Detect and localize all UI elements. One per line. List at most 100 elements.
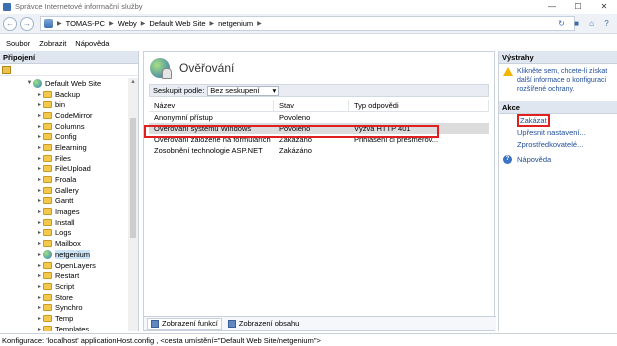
menu-item-view[interactable]: Zobrazit bbox=[39, 39, 66, 48]
expand-icon[interactable]: ▸ bbox=[36, 315, 43, 322]
expand-icon[interactable]: ▸ bbox=[36, 91, 43, 98]
column-header-name[interactable]: Název bbox=[149, 99, 274, 112]
disable-action-label[interactable]: Zakázat bbox=[517, 113, 550, 127]
tree-item[interactable]: ▸ Gantt bbox=[0, 196, 128, 207]
tree-item[interactable]: ▸ Columns bbox=[0, 121, 128, 132]
expand-icon[interactable]: ▸ bbox=[36, 219, 43, 226]
tree-item[interactable]: ▸ Logs bbox=[0, 228, 128, 239]
tree-item-default-web-site[interactable]: ▼ Default Web Site bbox=[0, 78, 128, 89]
tree-item[interactable]: ▸ Temp bbox=[0, 313, 128, 324]
tree-item[interactable]: ▸ OpenLayers bbox=[0, 260, 128, 271]
expand-icon[interactable]: ▸ bbox=[36, 165, 43, 172]
refresh-icon[interactable]: ↻ bbox=[555, 17, 568, 30]
expand-icon[interactable]: ▸ bbox=[36, 197, 43, 204]
group-by-select[interactable]: Bez seskupení ▾ bbox=[207, 85, 280, 96]
collapse-icon[interactable]: ▼ bbox=[26, 80, 33, 86]
breadcrumb-item[interactable]: Default Web Site bbox=[149, 19, 205, 28]
expand-icon[interactable]: ▸ bbox=[36, 101, 43, 108]
tab-features-view[interactable]: Zobrazení funkcí bbox=[147, 317, 222, 330]
expand-icon[interactable]: ▸ bbox=[36, 251, 43, 258]
tree-item[interactable]: ▸ Restart bbox=[0, 270, 128, 281]
tree-item[interactable]: ▸ Backup bbox=[0, 89, 128, 100]
forward-button[interactable]: → bbox=[20, 16, 34, 31]
folder-icon bbox=[43, 218, 52, 226]
column-header-state[interactable]: Stav bbox=[274, 99, 349, 112]
expand-icon[interactable]: ▸ bbox=[36, 240, 43, 247]
expand-icon[interactable]: ▸ bbox=[36, 283, 43, 290]
chevron-down-icon: ▾ bbox=[272, 86, 277, 95]
tree-item-label: Backup bbox=[55, 89, 81, 99]
tree-item[interactable]: ▸ FileUpload bbox=[0, 164, 128, 175]
breadcrumb-item[interactable]: netgenium bbox=[218, 19, 253, 28]
tree-item[interactable]: ▸ Gallery bbox=[0, 185, 128, 196]
alert-item[interactable]: Klikněte sem, chcete-li získat další inf… bbox=[499, 64, 617, 97]
help-label[interactable]: Nápověda bbox=[517, 155, 551, 164]
tree-item-label: Store bbox=[55, 292, 73, 302]
expand-icon[interactable]: ▸ bbox=[36, 176, 43, 183]
connect-icon[interactable] bbox=[2, 65, 11, 74]
page-title: Ověřování bbox=[179, 61, 235, 75]
tree-item[interactable]: ▸ Config bbox=[0, 131, 128, 142]
providers-label[interactable]: Zprostředkovatelé... bbox=[517, 140, 583, 149]
advanced-settings-label[interactable]: Upřesnit nastavení... bbox=[517, 128, 586, 137]
menu-bar: Soubor Zobrazit Nápověda bbox=[0, 36, 617, 50]
menu-item-help[interactable]: Nápověda bbox=[75, 39, 109, 48]
expand-icon[interactable]: ▸ bbox=[36, 304, 43, 311]
minimize-button[interactable]: — bbox=[539, 0, 565, 13]
tree-item[interactable]: ▸ Script bbox=[0, 281, 128, 292]
breadcrumb[interactable]: ▶ TOMAS-PC ▶ Weby ▶ Default Web Site ▶ n… bbox=[40, 16, 575, 31]
advanced-settings-action[interactable]: Upřesnit nastavení... bbox=[499, 126, 617, 138]
actions-title: Akce bbox=[499, 101, 617, 114]
expand-icon[interactable]: ▸ bbox=[36, 262, 43, 269]
folder-icon bbox=[43, 240, 52, 248]
tree-scrollbar[interactable]: ▲ bbox=[128, 78, 138, 331]
tree-item[interactable]: ▸ Synchro bbox=[0, 302, 128, 313]
alert-text[interactable]: Klikněte sem, chcete-li získat další inf… bbox=[517, 67, 614, 94]
column-header-response[interactable]: Typ odpovědi bbox=[349, 99, 489, 112]
scrollbar-thumb[interactable] bbox=[130, 118, 136, 238]
tree-item[interactable]: ▸ Store bbox=[0, 292, 128, 303]
breadcrumb-item[interactable]: Weby bbox=[118, 19, 137, 28]
home-icon[interactable]: ⌂ bbox=[585, 17, 598, 30]
expand-icon[interactable]: ▸ bbox=[36, 229, 43, 236]
scroll-up-icon[interactable]: ▲ bbox=[130, 79, 136, 85]
tree-item[interactable]: ▸ Install bbox=[0, 217, 128, 228]
tab-content-view[interactable]: Zobrazení obsahu bbox=[225, 318, 302, 330]
breadcrumb-item[interactable]: TOMAS-PC bbox=[66, 19, 105, 28]
expand-icon[interactable]: ▸ bbox=[36, 112, 43, 119]
table-row[interactable]: Anonymní přístup Povoleno bbox=[149, 112, 489, 123]
stop-icon[interactable]: ■ bbox=[570, 17, 583, 30]
close-button[interactable]: ✕ bbox=[591, 0, 617, 13]
table-row[interactable]: Zosobnění technologie ASP.NET Zakázáno bbox=[149, 145, 489, 156]
expand-icon[interactable]: ▸ bbox=[36, 133, 43, 140]
help-icon[interactable]: ? bbox=[600, 17, 613, 30]
help-action[interactable]: ? Nápověda bbox=[499, 153, 617, 165]
tree-item[interactable]: ▸ Files bbox=[0, 153, 128, 164]
tree-item[interactable]: ▸ netgenium bbox=[0, 249, 128, 260]
expand-icon[interactable]: ▸ bbox=[36, 208, 43, 215]
expand-icon[interactable]: ▸ bbox=[36, 187, 43, 194]
expand-icon[interactable]: ▸ bbox=[36, 294, 43, 301]
folder-icon bbox=[43, 111, 52, 119]
folder-icon bbox=[43, 122, 52, 130]
expand-icon[interactable]: ▸ bbox=[36, 326, 43, 331]
tree-item[interactable]: ▸ bin bbox=[0, 99, 128, 110]
tree-item[interactable]: ▸ Mailbox bbox=[0, 238, 128, 249]
expand-icon[interactable]: ▸ bbox=[36, 144, 43, 151]
tree-item[interactable]: ▸ Froala bbox=[0, 174, 128, 185]
tree-item[interactable]: ▸ Elearning bbox=[0, 142, 128, 153]
disable-action[interactable]: Zakázat bbox=[499, 113, 617, 127]
group-by-value: Bez seskupení bbox=[210, 86, 260, 95]
providers-action[interactable]: Zprostředkovatelé... bbox=[499, 138, 617, 150]
tree-item-label: Elearning bbox=[55, 142, 87, 152]
tree-item[interactable]: ▸ Images bbox=[0, 206, 128, 217]
tree-item[interactable]: ▸ Templates bbox=[0, 324, 128, 331]
tree-item[interactable]: ▸ CodeMirror bbox=[0, 110, 128, 121]
folder-icon bbox=[43, 176, 52, 184]
back-button[interactable]: ← bbox=[3, 16, 17, 31]
menu-item-file[interactable]: Soubor bbox=[6, 39, 30, 48]
expand-icon[interactable]: ▸ bbox=[36, 123, 43, 130]
maximize-button[interactable]: ☐ bbox=[565, 0, 591, 13]
expand-icon[interactable]: ▸ bbox=[36, 272, 43, 279]
expand-icon[interactable]: ▸ bbox=[36, 155, 43, 162]
